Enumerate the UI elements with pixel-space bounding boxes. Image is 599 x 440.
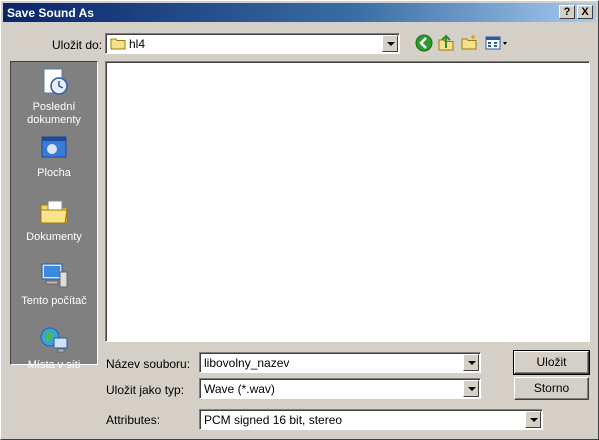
place-label: Dokumenty <box>26 231 82 243</box>
save-sound-dialog: Save Sound As ? X Uložit do: hl4 Posledn… <box>0 0 599 440</box>
filename-combobox[interactable]: libovolny_nazev <box>199 352 481 373</box>
back-icon[interactable] <box>415 34 433 52</box>
attributes-value: PCM signed 16 bit, stereo <box>204 413 343 427</box>
place-label: Poslední dokumenty <box>27 101 81 126</box>
filetype-value: Wave (*.wav) <box>204 382 275 396</box>
lookin-label: Uložit do: <box>52 38 103 52</box>
place-desktop[interactable]: Plocha <box>11 132 97 180</box>
desktop-icon <box>41 136 67 158</box>
attributes-combobox[interactable]: PCM signed 16 bit, stereo <box>199 409 543 430</box>
save-button[interactable]: Uložit <box>513 350 590 375</box>
filename-dropdown-arrow[interactable] <box>463 354 479 371</box>
up-folder-icon[interactable] <box>437 34 455 52</box>
filename-value: libovolny_nazev <box>204 356 290 370</box>
lookin-combobox[interactable]: hl4 <box>105 33 400 54</box>
filename-label: Název souboru: <box>106 357 191 371</box>
my-computer-icon <box>41 263 68 288</box>
place-label: Plocha <box>37 167 71 179</box>
filetype-combobox[interactable]: Wave (*.wav) <box>199 378 481 399</box>
folder-icon <box>110 38 126 50</box>
views-menu-icon[interactable] <box>484 34 510 52</box>
place-label: Tento počítač <box>21 295 87 307</box>
cancel-button[interactable]: Storno <box>514 377 589 400</box>
documents-folder-icon <box>40 200 68 224</box>
lookin-value: hl4 <box>129 37 146 51</box>
filetype-label: Uložit jako typ: <box>106 383 185 397</box>
attributes-dropdown-arrow[interactable] <box>525 411 541 428</box>
window-title: Save Sound As <box>7 6 94 20</box>
help-button[interactable]: ? <box>559 5 575 19</box>
place-my-computer[interactable]: Tento počítač <box>11 260 97 308</box>
place-network[interactable]: Místa v síti <box>11 324 97 372</box>
network-places-icon <box>40 327 68 353</box>
place-label: Místa v síti <box>27 359 81 371</box>
new-folder-icon[interactable] <box>460 34 478 52</box>
lookin-dropdown-arrow[interactable] <box>382 35 398 52</box>
place-recent-documents[interactable]: Poslední dokumenty <box>11 66 97 127</box>
place-documents[interactable]: Dokumenty <box>11 196 97 244</box>
places-bar: Poslední dokumenty Plocha Dokumenty Tent… <box>10 61 98 371</box>
filetype-dropdown-arrow[interactable] <box>463 380 479 397</box>
close-button[interactable]: X <box>577 5 593 19</box>
attributes-label: Attributes: <box>106 413 161 427</box>
title-bar[interactable]: Save Sound As ? X <box>3 3 596 22</box>
file-list[interactable] <box>105 61 590 342</box>
recent-documents-icon <box>43 68 68 95</box>
